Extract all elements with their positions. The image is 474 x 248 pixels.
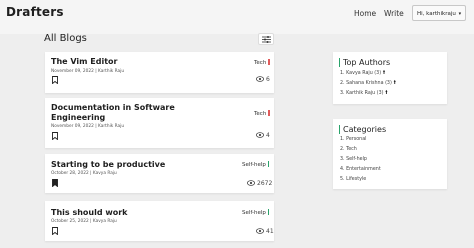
- author-item[interactable]: 2. Sahana Krishna (3) 🠙: [340, 78, 396, 88]
- view-count: 4: [256, 132, 270, 139]
- blog-card[interactable]: The Vim Editor November 09, 2022 | Karth…: [45, 52, 274, 93]
- eye-icon: [256, 132, 264, 138]
- blog-meta: October 25, 2022 | Kavya Raju: [51, 219, 117, 224]
- eye-icon: [256, 228, 264, 234]
- category-tag-label: Tech: [254, 111, 267, 117]
- eye-icon: [256, 76, 264, 82]
- blog-meta: November 09, 2022 | Karthik Raju: [51, 69, 125, 74]
- author-item-label: 3. Karthik Raju (3): [340, 91, 384, 96]
- top-authors-panel: Top Authors 1. Kavya Raju (3) 🠙 2. Sahan…: [333, 52, 447, 104]
- arrow-up-icon: 🠙: [382, 70, 386, 76]
- categories-list: 1. Personal 2. Tech 3. Self-help 4. Ente…: [340, 135, 381, 185]
- view-count-value: 2672: [257, 180, 273, 187]
- eye-icon: [247, 180, 255, 186]
- user-menu-button[interactable]: Hi, karthikraju ▾: [412, 5, 466, 21]
- sliders-icon: [262, 36, 271, 43]
- nav-home-link[interactable]: Home: [354, 9, 376, 18]
- blog-title[interactable]: The Vim Editor: [51, 57, 211, 67]
- tag-color-bar: [267, 209, 270, 215]
- author-item-label: 2. Sahana Krishna (3): [340, 81, 392, 86]
- view-count: 6: [256, 76, 270, 83]
- category-tag[interactable]: Self-help: [242, 209, 270, 216]
- top-navbar: Drafters Home Write Hi, karthikraju ▾: [0, 0, 474, 34]
- blog-meta: October 28, 2022 | Kavya Raju: [51, 171, 117, 176]
- view-count: 41: [256, 228, 274, 235]
- category-tag-label: Tech: [254, 60, 267, 66]
- category-item[interactable]: 3. Self-help: [340, 155, 381, 165]
- top-authors-title: Top Authors: [339, 58, 390, 67]
- view-count-value: 4: [266, 132, 270, 139]
- nav-write-link[interactable]: Write: [384, 9, 404, 18]
- author-item[interactable]: 3. Karthik Raju (3) 🠙: [340, 88, 396, 98]
- blog-card[interactable]: This should work October 25, 2022 | Kavy…: [45, 201, 274, 241]
- view-count-value: 41: [266, 228, 274, 235]
- blog-meta: November 09, 2022 | Karthik Raju: [51, 124, 125, 129]
- category-item[interactable]: 5. Lifestyle: [340, 175, 381, 185]
- page-title: All Blogs: [44, 33, 87, 44]
- tag-color-bar: [268, 110, 270, 116]
- arrow-up-icon: 🠙: [393, 80, 397, 86]
- category-item[interactable]: 4. Entertainment: [340, 165, 381, 175]
- chevron-down-icon: ▾: [458, 11, 462, 17]
- category-tag[interactable]: Tech: [254, 110, 270, 117]
- top-authors-list: 1. Kavya Raju (3) 🠙 2. Sahana Krishna (3…: [340, 68, 396, 98]
- bookmark-icon[interactable]: [52, 76, 58, 84]
- bookmark-icon[interactable]: [52, 227, 58, 235]
- filter-button[interactable]: [258, 33, 274, 45]
- category-tag-label: Self-help: [242, 162, 266, 168]
- blog-title[interactable]: This should work: [51, 208, 211, 218]
- category-tag[interactable]: Tech: [254, 59, 270, 66]
- bookmark-icon[interactable]: [52, 132, 58, 140]
- blog-title[interactable]: Documentation in Software Engineering: [51, 103, 211, 123]
- user-menu-label: Hi, karthikraju: [417, 11, 456, 17]
- blog-card[interactable]: Starting to be productive October 28, 20…: [45, 154, 274, 193]
- arrow-up-icon: 🠙: [385, 90, 388, 96]
- author-item[interactable]: 1. Kavya Raju (3) 🠙: [340, 68, 396, 78]
- bookmark-icon[interactable]: [52, 179, 58, 187]
- category-item[interactable]: 1. Personal: [340, 135, 381, 145]
- brand-logo[interactable]: Drafters: [6, 5, 64, 19]
- category-tag[interactable]: Self-help: [242, 161, 270, 168]
- blog-title[interactable]: Starting to be productive: [51, 160, 211, 170]
- view-count: 2672: [247, 180, 272, 187]
- tag-color-bar: [268, 59, 270, 65]
- category-tag-label: Self-help: [242, 210, 266, 216]
- blog-card[interactable]: Documentation in Software Engineering No…: [45, 98, 274, 148]
- category-item[interactable]: 2. Tech: [340, 145, 381, 155]
- view-count-value: 6: [266, 76, 270, 83]
- categories-panel: Categories 1. Personal 2. Tech 3. Self-h…: [333, 119, 447, 189]
- tag-color-bar: [267, 161, 270, 167]
- author-item-label: 1. Kavya Raju (3): [340, 71, 382, 76]
- categories-title: Categories: [339, 125, 386, 134]
